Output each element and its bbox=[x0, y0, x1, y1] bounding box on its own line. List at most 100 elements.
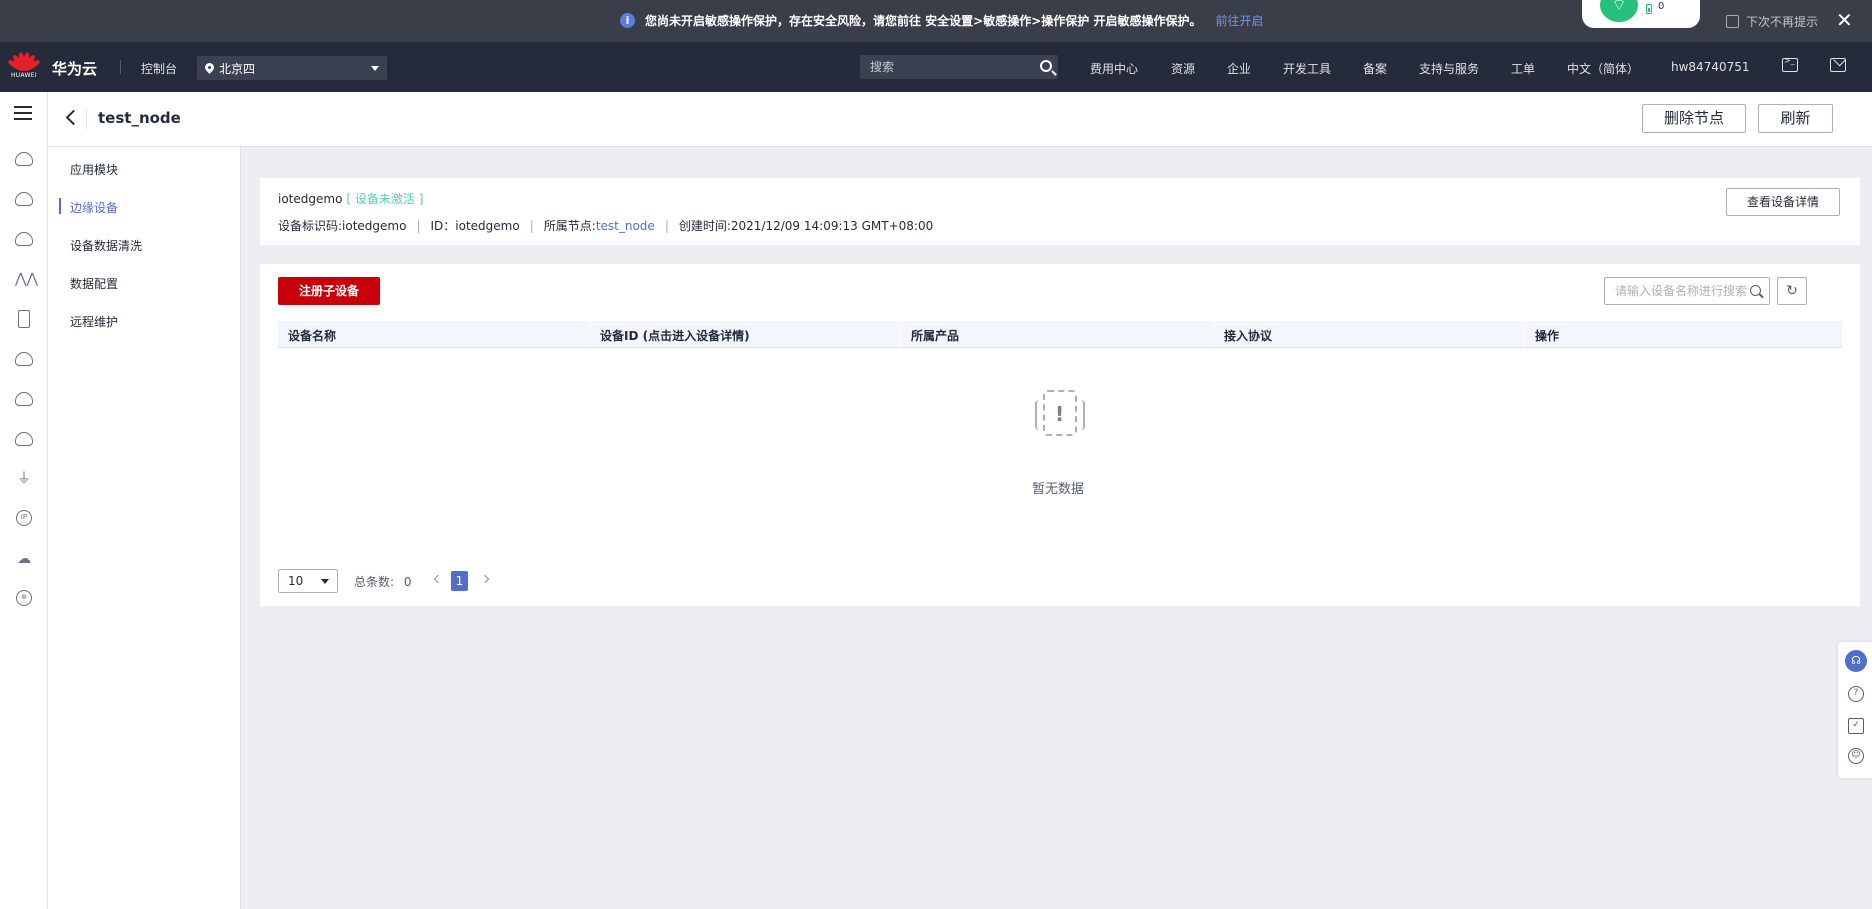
submenu-item-app-modules[interactable]: 应用模块 bbox=[70, 161, 118, 178]
node-link[interactable]: test_node bbox=[596, 219, 655, 233]
delete-node-button[interactable]: 删除节点 bbox=[1642, 104, 1746, 133]
nav-support[interactable]: 支持与服务 bbox=[1419, 60, 1479, 77]
column-device-id: 设备ID (点击进入设备详情) bbox=[600, 329, 750, 343]
service-icon-rail: ⋀⋀ ⏚ IP ☁ ⊕ bbox=[0, 92, 48, 909]
floating-toolbar: ☊ ? ✓ ☺ bbox=[1838, 642, 1872, 778]
nav-enterprise[interactable]: 企业 bbox=[1227, 60, 1251, 77]
cloud-sync-icon[interactable] bbox=[15, 432, 33, 446]
nav-dev-tools[interactable]: 开发工具 bbox=[1283, 60, 1331, 77]
cloud-icon[interactable] bbox=[15, 152, 33, 166]
network-widget[interactable]: ⌔ 0 bbox=[1582, 0, 1700, 28]
battery-icon bbox=[1646, 4, 1652, 14]
top-header: HUAWEI 华为云 控制台 北京四 搜索 费用中心 资源 企业 开发工具 备案… bbox=[0, 42, 1872, 92]
total-label: 总条数: bbox=[354, 575, 395, 589]
cloud-outline-icon[interactable] bbox=[15, 352, 33, 366]
column-protocol: 接入协议 bbox=[1224, 329, 1273, 343]
help-icon[interactable]: ? bbox=[1848, 686, 1864, 702]
global-search-input[interactable]: 搜索 bbox=[860, 55, 1058, 79]
search-icon[interactable] bbox=[1750, 285, 1761, 296]
empty-text: 暂无数据 bbox=[1032, 482, 1085, 497]
terminal-icon[interactable] bbox=[1782, 56, 1798, 72]
cloud-server-icon[interactable] bbox=[15, 192, 33, 206]
submenu-item-remote-maintenance[interactable]: 远程维护 bbox=[70, 313, 118, 330]
logo-caption: HUAWEI bbox=[11, 72, 37, 79]
chevron-down-icon bbox=[321, 579, 329, 584]
nav-username[interactable]: hw84740751 bbox=[1671, 60, 1750, 74]
identifier-label: 设备标识码: bbox=[278, 219, 343, 233]
mail-icon[interactable] bbox=[1830, 58, 1846, 72]
identifier-value: iotedgemo bbox=[342, 219, 407, 233]
security-notice-bar: i 您尚未开启敏感操作保护，存在安全风险，请您前往 安全设置>敏感操作>操作保护… bbox=[0, 0, 1872, 42]
nav-billing[interactable]: 费用中心 bbox=[1090, 60, 1138, 77]
globe-icon[interactable]: ⊕ bbox=[16, 590, 32, 606]
smiley-icon[interactable]: ☺ bbox=[1848, 748, 1864, 764]
page-size-select[interactable]: 10 bbox=[278, 569, 338, 593]
brand-name[interactable]: 华为云 bbox=[52, 58, 97, 79]
total-count: 总条数: 0 bbox=[354, 573, 412, 590]
submenu-item-edge-devices[interactable]: 边缘设备 bbox=[70, 199, 118, 216]
view-device-details-button[interactable]: 查看设备详情 bbox=[1726, 188, 1840, 216]
device-name: iotedgemo bbox=[278, 192, 343, 206]
nav-tickets[interactable]: 工单 bbox=[1511, 60, 1535, 77]
notice-message: i 您尚未开启敏感操作保护，存在安全风险，请您前往 安全设置>敏感操作>操作保护… bbox=[620, 12, 1264, 29]
info-icon: i bbox=[620, 13, 635, 28]
total-value: 0 bbox=[403, 575, 412, 589]
enable-protection-link[interactable]: 前往开启 bbox=[1215, 12, 1263, 29]
refresh-icon[interactable]: ↻ bbox=[1777, 277, 1807, 305]
region-value: 北京四 bbox=[219, 61, 256, 76]
device-name-line: iotedgemo[ 设备未激活 ] bbox=[278, 190, 423, 207]
customer-service-icon[interactable]: ☊ bbox=[1845, 650, 1867, 672]
menu-icon[interactable] bbox=[14, 106, 32, 120]
wifi-icon: ⌔ bbox=[1600, 0, 1638, 22]
chevron-left-icon[interactable] bbox=[433, 574, 443, 584]
node-submenu: 应用模块 边缘设备 设备数据清洗 数据配置 远程维护 bbox=[48, 147, 241, 909]
feedback-icon[interactable]: ✓ bbox=[1848, 718, 1864, 734]
created-value: 2021/12/09 14:09:13 GMT+08:00 bbox=[730, 219, 934, 233]
huawei-logo[interactable]: HUAWEI bbox=[6, 50, 42, 84]
device-search-input[interactable]: 请输入设备名称进行搜索 bbox=[1604, 277, 1770, 305]
device-meta: 设备标识码:iotedgemo | ID：iotedgemo | 所属节点:test_n… bbox=[278, 219, 934, 233]
nav-icp-filing[interactable]: 备案 bbox=[1363, 60, 1387, 77]
header-divider bbox=[120, 60, 121, 74]
dont-show-checkbox[interactable] bbox=[1726, 15, 1739, 28]
mobile-icon[interactable] bbox=[18, 310, 30, 328]
submenu-item-data-cleaning[interactable]: 设备数据清洗 bbox=[70, 237, 142, 254]
cluster-icon[interactable]: ☁ bbox=[15, 552, 33, 566]
anchor-icon[interactable]: ⏚ bbox=[15, 472, 33, 486]
table-header: 设备名称 设备ID (点击进入设备详情) 所属产品 接入协议 操作 bbox=[278, 321, 1842, 348]
search-icon[interactable] bbox=[1040, 60, 1052, 72]
column-product: 所属产品 bbox=[911, 329, 960, 343]
close-icon[interactable]: ✕ bbox=[1836, 9, 1853, 31]
network-graph-icon[interactable]: ⋀⋀ bbox=[15, 272, 38, 286]
back-arrow-icon[interactable] bbox=[65, 109, 82, 126]
current-page[interactable]: 1 bbox=[451, 571, 468, 591]
chevron-right-icon[interactable] bbox=[480, 574, 490, 584]
id-value: iotedgemo bbox=[455, 219, 520, 233]
register-subdevice-button[interactable]: 注册子设备 bbox=[278, 277, 380, 305]
network-count: 0 bbox=[1658, 1, 1665, 12]
id-label: ID： bbox=[430, 219, 456, 233]
dont-show-again[interactable]: 下次不再提示 bbox=[1726, 13, 1818, 30]
cloud-database-icon[interactable] bbox=[15, 392, 33, 406]
subdevice-card: 注册子设备 请输入设备名称进行搜索 ↻ 设备名称 设备ID (点击进入设备详情)… bbox=[260, 264, 1860, 606]
submenu-item-data-config[interactable]: 数据配置 bbox=[70, 275, 118, 292]
nav-language[interactable]: 中文（简体） bbox=[1567, 60, 1639, 77]
device-info-card: iotedgemo[ 设备未激活 ] 设备标识码:iotedgemo | ID：io… bbox=[260, 178, 1860, 245]
search-placeholder: 搜索 bbox=[870, 60, 895, 74]
header-divider bbox=[86, 109, 87, 129]
ip-icon[interactable]: IP bbox=[16, 510, 32, 526]
active-indicator bbox=[59, 198, 61, 214]
region-selector[interactable]: 北京四 bbox=[197, 56, 387, 80]
empty-data-icon: ! bbox=[1034, 388, 1088, 442]
created-label: 创建时间: bbox=[678, 219, 731, 233]
notice-text: 您尚未开启敏感操作保护，存在安全风险，请您前往 安全设置>敏感操作>操作保护 开… bbox=[645, 14, 1202, 28]
device-status-badge: [ 设备未激活 ] bbox=[346, 192, 424, 206]
search-placeholder: 请输入设备名称进行搜索 bbox=[1615, 284, 1748, 298]
refresh-button[interactable]: 刷新 bbox=[1758, 104, 1833, 133]
nav-resources[interactable]: 资源 bbox=[1171, 60, 1195, 77]
cloud-storage-icon[interactable] bbox=[15, 232, 33, 246]
huawei-petals-icon bbox=[6, 50, 42, 73]
node-label: 所属节点: bbox=[543, 219, 596, 233]
column-device-name: 设备名称 bbox=[288, 329, 337, 343]
console-link[interactable]: 控制台 bbox=[141, 60, 177, 77]
